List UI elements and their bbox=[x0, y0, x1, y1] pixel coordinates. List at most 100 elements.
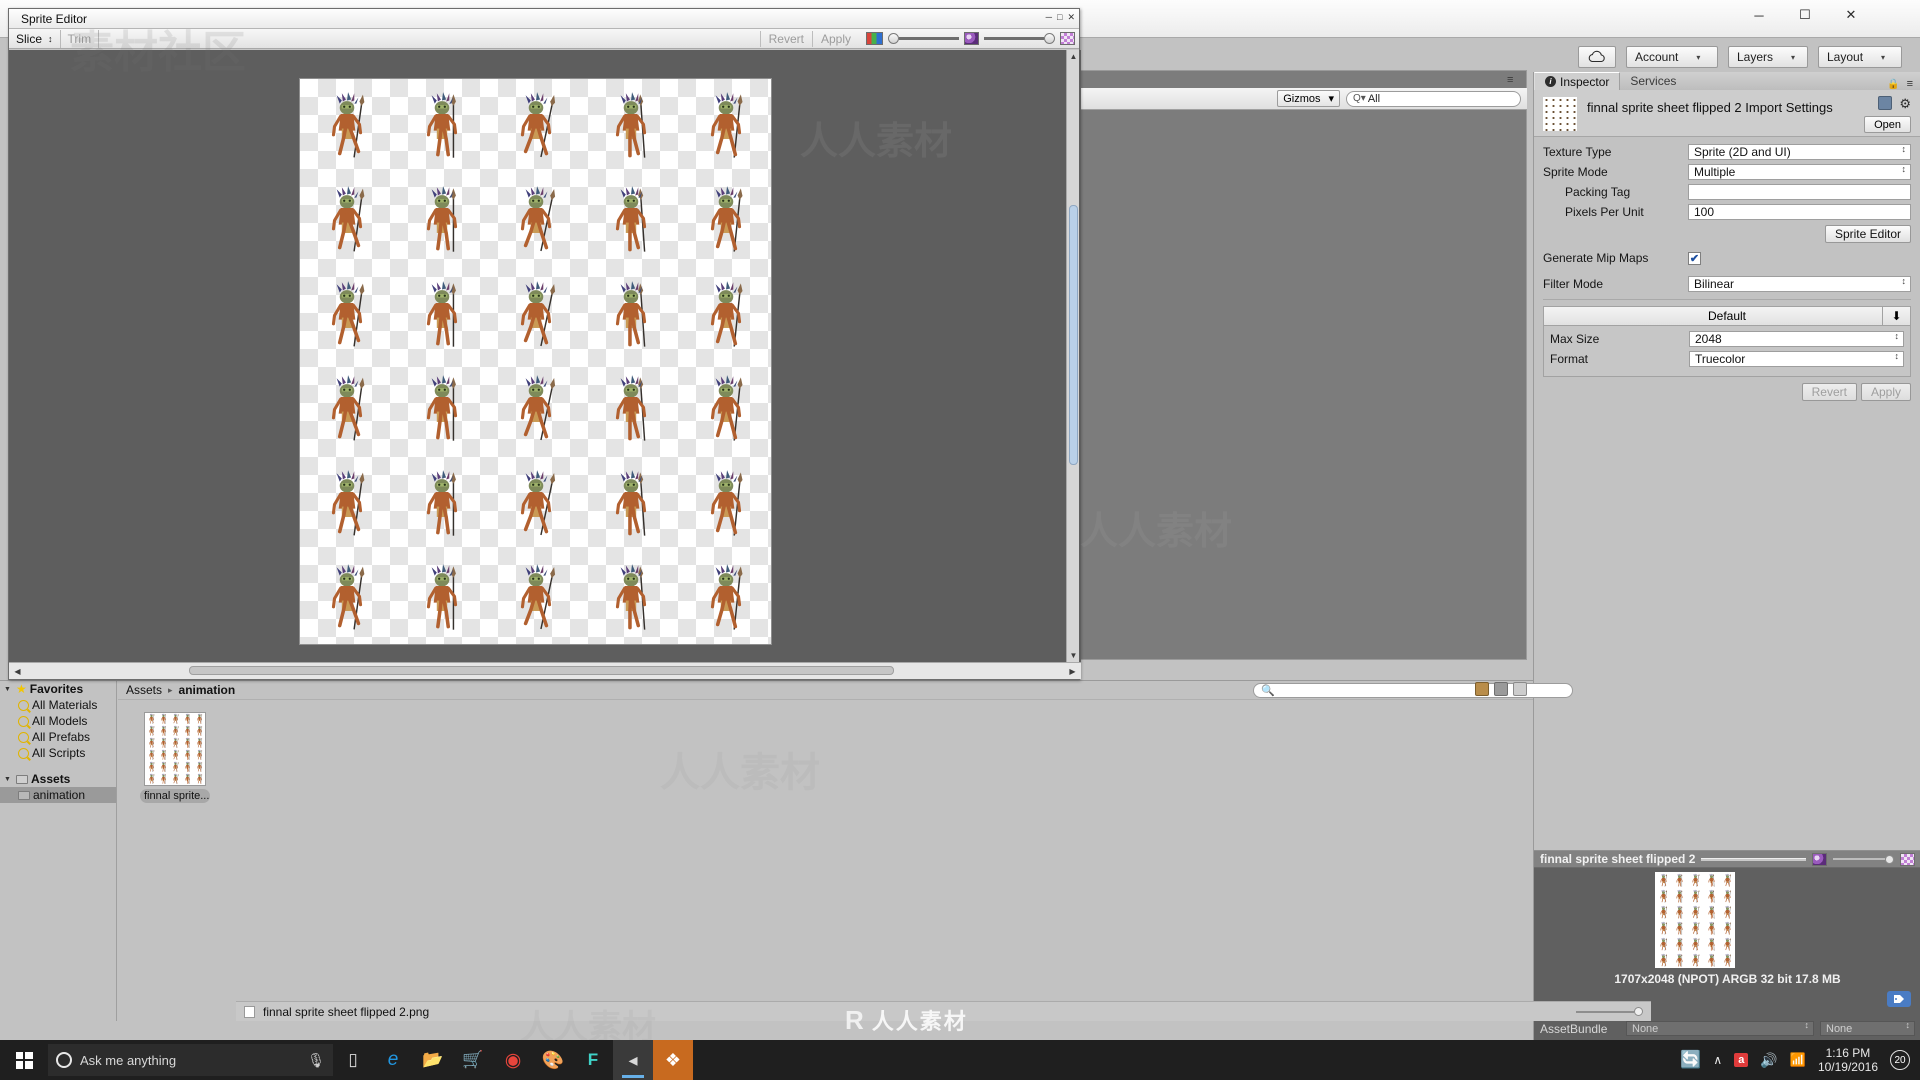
alpha-channel-icon[interactable] bbox=[964, 32, 979, 45]
book-icon[interactable] bbox=[1878, 96, 1893, 110]
revert-button[interactable]: Revert bbox=[1801, 383, 1857, 401]
sprite-editor-horizontal-scrollbar[interactable]: ◀ ▶ bbox=[9, 662, 1081, 679]
tree-item-all-prefabs[interactable]: All Prefabs bbox=[0, 729, 116, 745]
tag-icon[interactable] bbox=[1887, 991, 1911, 1007]
sprite-frame[interactable] bbox=[395, 79, 490, 174]
color-channel-slider[interactable] bbox=[888, 33, 959, 44]
preview-channel-icon[interactable] bbox=[1812, 852, 1827, 866]
sprite-frame[interactable] bbox=[300, 363, 395, 458]
edge-icon[interactable]: e bbox=[373, 1040, 413, 1080]
sprite-frame[interactable] bbox=[678, 457, 773, 552]
sprite-frame[interactable] bbox=[489, 363, 584, 458]
sprite-frame[interactable] bbox=[489, 457, 584, 552]
sprite-frame[interactable] bbox=[395, 363, 490, 458]
field-max-size[interactable]: Max Size 2048 ↕ bbox=[1550, 330, 1904, 348]
assetbundle-variant-dropdown[interactable]: None ↕ bbox=[1820, 1021, 1915, 1036]
sprite-editor-titlebar[interactable]: Sprite Editor ─ □ ✕ bbox=[9, 9, 1079, 29]
field-format[interactable]: Format Truecolor ↕ bbox=[1550, 350, 1904, 368]
sprite-mode-dropdown[interactable]: Multiple ↕ bbox=[1688, 164, 1911, 180]
field-generate-mip-maps[interactable]: Generate Mip Maps ✔ bbox=[1543, 249, 1911, 267]
scroll-up-arrow-icon[interactable]: ▲ bbox=[1067, 50, 1080, 63]
sprite-frame[interactable] bbox=[300, 457, 395, 552]
breadcrumb-root[interactable]: Assets bbox=[126, 683, 162, 697]
sprite-frame[interactable] bbox=[678, 363, 773, 458]
thumbnail-size-slider[interactable] bbox=[1576, 1007, 1643, 1016]
sprite-frame[interactable] bbox=[584, 457, 679, 552]
tree-item-all-models[interactable]: All Models bbox=[0, 713, 116, 729]
wifi-icon[interactable]: 📶 bbox=[1790, 1052, 1806, 1068]
scroll-down-arrow-icon[interactable]: ▼ bbox=[1067, 649, 1080, 662]
layers-dropdown[interactable]: Layers ▾ bbox=[1728, 46, 1808, 68]
paint-icon[interactable]: 🎨 bbox=[533, 1040, 573, 1080]
cloud-button[interactable] bbox=[1578, 46, 1616, 68]
slider-knob[interactable] bbox=[888, 33, 899, 44]
field-filter-mode[interactable]: Filter Mode Bilinear ↕ bbox=[1543, 275, 1911, 293]
unity-hub-icon[interactable]: ◂ bbox=[613, 1040, 653, 1080]
sprite-editor-button[interactable]: Sprite Editor bbox=[1824, 225, 1911, 243]
sprite-frame[interactable] bbox=[584, 174, 679, 269]
tree-item-assets[interactable]: ▼ Assets bbox=[0, 771, 116, 787]
apply-button[interactable]: Apply bbox=[1860, 383, 1911, 401]
tree-item-favorites[interactable]: ▼ ★ Favorites bbox=[0, 681, 116, 697]
cortana-search-box[interactable]: Ask me anything 🎙 bbox=[48, 1044, 333, 1076]
gizmos-dropdown[interactable]: Gizmos ▾ bbox=[1277, 90, 1340, 107]
generate-mip-maps-checkbox[interactable]: ✔ bbox=[1688, 251, 1701, 265]
slider-knob[interactable] bbox=[1044, 33, 1055, 44]
microphone-icon[interactable]: 🎙 bbox=[307, 1052, 325, 1069]
sprite-frame[interactable] bbox=[300, 174, 395, 269]
scene-search-input[interactable]: Q▾ All bbox=[1346, 90, 1521, 107]
download-icon[interactable]: ⬇ bbox=[1882, 307, 1910, 325]
store-icon[interactable]: 🛒 bbox=[453, 1040, 493, 1080]
antivirus-icon[interactable]: a bbox=[1734, 1053, 1749, 1067]
alpha-slider[interactable] bbox=[984, 33, 1055, 44]
tab-inspector[interactable]: i Inspector bbox=[1534, 72, 1621, 90]
volume-icon[interactable]: 🔊 bbox=[1760, 1052, 1777, 1069]
chevron-down-icon[interactable]: ▼ bbox=[4, 686, 13, 693]
clock[interactable]: 1:16 PM 10/19/2016 bbox=[1818, 1046, 1878, 1074]
field-texture-type[interactable]: Texture Type Sprite (2D and UI) ↕ bbox=[1543, 143, 1911, 161]
sprite-frame[interactable] bbox=[395, 552, 490, 647]
layout-dropdown[interactable]: Layout ▾ bbox=[1818, 46, 1902, 68]
inspector-menu-icon[interactable]: ≡ bbox=[1907, 78, 1913, 90]
sprite-editor-maximize-button[interactable]: □ bbox=[1057, 11, 1062, 23]
sprite-frame[interactable] bbox=[300, 79, 395, 174]
start-button[interactable] bbox=[0, 1040, 48, 1080]
field-sprite-mode[interactable]: Sprite Mode Multiple ↕ bbox=[1543, 163, 1911, 181]
lock-icon[interactable] bbox=[1494, 682, 1508, 696]
sprite-frame[interactable] bbox=[489, 79, 584, 174]
texture-type-dropdown[interactable]: Sprite (2D and UI) ↕ bbox=[1688, 144, 1911, 160]
assetbundle-dropdown[interactable]: None ↕ bbox=[1626, 1021, 1814, 1036]
chrome-icon[interactable]: ◉ bbox=[493, 1040, 533, 1080]
sprite-frame[interactable] bbox=[678, 174, 773, 269]
create-icon[interactable] bbox=[1475, 682, 1489, 696]
sprite-editor-apply-button[interactable]: Apply bbox=[811, 30, 859, 47]
sprite-frame[interactable] bbox=[678, 268, 773, 363]
sprite-sheet-image[interactable] bbox=[299, 78, 772, 645]
sprite-editor-vertical-scrollbar[interactable]: ▲ ▼ bbox=[1066, 50, 1079, 662]
sprite-frame[interactable] bbox=[489, 268, 584, 363]
scroll-right-arrow-icon[interactable]: ▶ bbox=[1066, 665, 1079, 678]
sprite-frame[interactable] bbox=[584, 363, 679, 458]
scrollbar-thumb[interactable] bbox=[189, 666, 894, 675]
sprite-frame[interactable] bbox=[489, 174, 584, 269]
menu-icon[interactable] bbox=[1513, 682, 1527, 696]
sprite-frame[interactable] bbox=[300, 552, 395, 647]
slice-dropdown[interactable]: Slice ↕ bbox=[9, 29, 61, 48]
sprite-frame[interactable] bbox=[395, 268, 490, 363]
open-button[interactable]: Open bbox=[1864, 116, 1911, 133]
update-icon[interactable]: 🔄 bbox=[1680, 1050, 1701, 1070]
tree-item-animation[interactable]: animation bbox=[0, 787, 116, 803]
pixels-per-unit-input[interactable]: 100 bbox=[1688, 204, 1911, 220]
sprite-frame[interactable] bbox=[584, 552, 679, 647]
tab-services[interactable]: Services bbox=[1620, 72, 1686, 90]
platform-tab-default[interactable]: Default bbox=[1708, 309, 1746, 323]
sprite-frame[interactable] bbox=[395, 174, 490, 269]
rgb-color-chip-icon[interactable] bbox=[866, 32, 883, 45]
field-pixels-per-unit[interactable]: Pixels Per Unit 100 bbox=[1543, 203, 1911, 221]
task-view-icon[interactable]: ▯ bbox=[333, 1040, 373, 1080]
sprite-frame[interactable] bbox=[489, 552, 584, 647]
preview-mip-slider[interactable] bbox=[1833, 854, 1894, 864]
scene-panel-menu-icon[interactable]: ≡ bbox=[1507, 74, 1513, 86]
account-dropdown[interactable]: Account ▾ bbox=[1626, 46, 1718, 68]
tree-item-all-scripts[interactable]: All Scripts bbox=[0, 745, 116, 761]
